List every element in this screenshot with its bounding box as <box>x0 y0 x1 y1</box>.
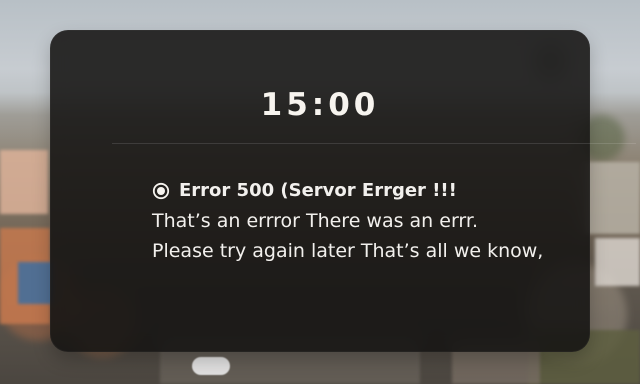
background-building <box>0 150 48 214</box>
clock-time: 15:00 <box>260 87 380 123</box>
error-line-1: That’s an errror There was an errr. <box>152 210 479 232</box>
record-icon <box>152 182 170 200</box>
background-car <box>192 357 230 375</box>
error-headline: Error 500 (Servor Errger !!! <box>152 177 543 205</box>
background-building <box>18 262 54 304</box>
divider-line <box>112 143 636 144</box>
error-title: Error 500 (Servor Errger !!! <box>179 179 457 201</box>
background-building <box>595 238 640 286</box>
background-building <box>584 162 640 234</box>
notification-card: 15:00 Error 500 (Servor Errger !!! That’… <box>50 30 636 352</box>
lock-screen-background: 15:00 Error 500 (Servor Errger !!! That’… <box>0 0 640 384</box>
error-message: Error 500 (Servor Errger !!! That’s an e… <box>152 177 543 269</box>
error-line-2: Please try again later That’s all we kno… <box>152 240 544 262</box>
